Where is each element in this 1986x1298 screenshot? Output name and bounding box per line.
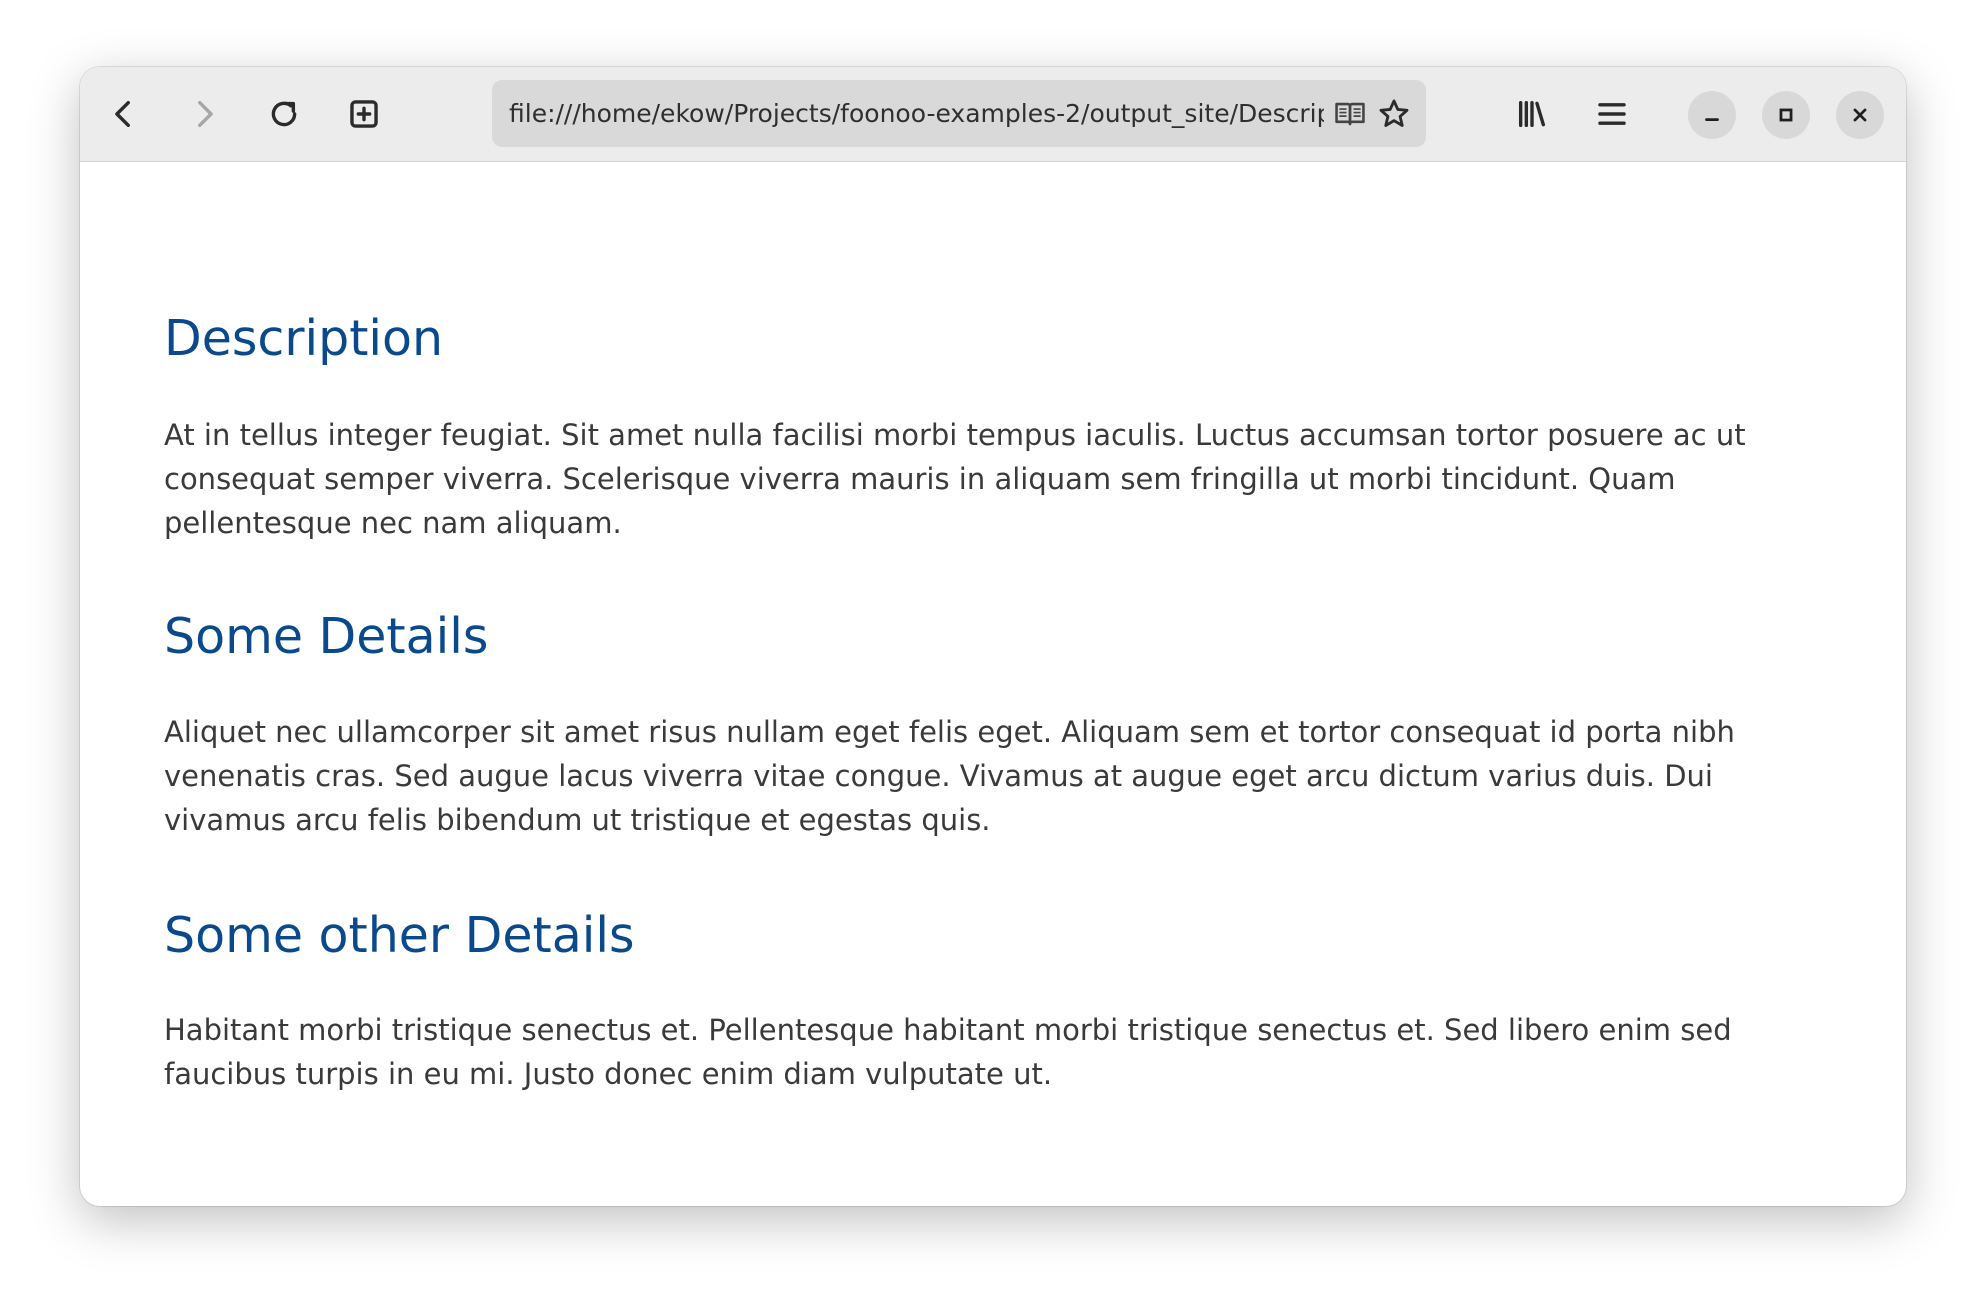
section-heading: Some Details [164, 608, 489, 665]
reader-view-button[interactable] [1332, 96, 1368, 132]
section-paragraph: At in tellus integer feugiat. Sit amet n… [164, 418, 1746, 540]
close-icon [1853, 108, 1867, 122]
plus-box-icon [350, 100, 378, 128]
maximize-icon [1779, 108, 1793, 122]
section-paragraph: Habitant morbi tristique senectus et. Pe… [164, 1013, 1732, 1091]
menu-button[interactable] [1587, 89, 1637, 139]
new-tab-button[interactable] [339, 89, 389, 139]
address-bar[interactable]: file:///home/ekow/Projects/foonoo-exampl… [492, 80, 1426, 147]
section-heading: Some other Details [164, 907, 635, 964]
section-paragraph: Aliquet nec ullamcorper sit amet risus n… [164, 715, 1735, 837]
library-icon [1518, 100, 1546, 128]
minimize-icon [1705, 118, 1719, 121]
url-text[interactable]: file:///home/ekow/Projects/foonoo-exampl… [509, 80, 1324, 147]
star-icon [1379, 99, 1409, 127]
maximize-button[interactable] [1762, 91, 1810, 139]
chevron-right-icon [198, 100, 213, 128]
section-heading: Description [164, 310, 444, 367]
forward-button[interactable] [179, 89, 229, 139]
reload-icon [271, 101, 297, 127]
reload-button[interactable] [259, 89, 309, 139]
chevron-left-icon [115, 100, 130, 128]
bookmark-button[interactable] [1376, 96, 1412, 132]
book-icon [1335, 102, 1365, 126]
close-button[interactable] [1836, 91, 1884, 139]
browser-toolbar: file:///home/ekow/Projects/foonoo-exampl… [80, 67, 1906, 162]
library-button[interactable] [1507, 89, 1557, 139]
back-button[interactable] [99, 89, 149, 139]
browser-window: file:///home/ekow/Projects/foonoo-exampl… [80, 67, 1906, 1206]
minimize-button[interactable] [1688, 91, 1736, 139]
hamburger-menu-icon [1598, 103, 1626, 125]
